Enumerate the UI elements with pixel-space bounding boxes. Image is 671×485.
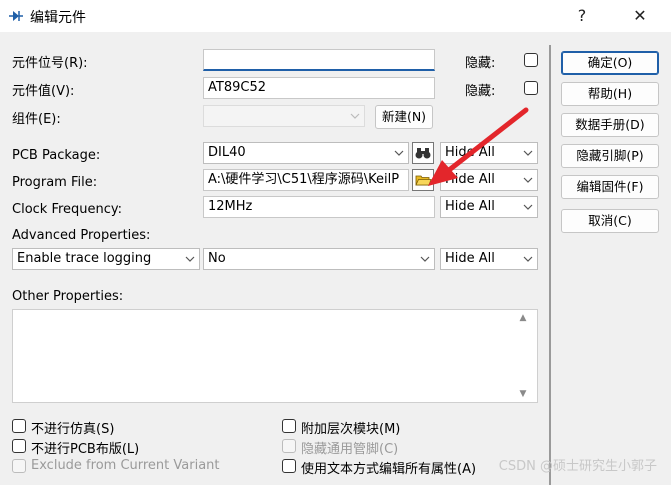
hide-value-checkbox[interactable]: [524, 81, 538, 95]
hide-common-pins-label: 隐藏通用管脚(C): [301, 442, 399, 457]
group-select: [203, 105, 365, 127]
red-arrow-annotation: [428, 107, 529, 186]
chevron-down-icon: [420, 256, 430, 262]
attach-hierarchy-label: 附加层次模块(M): [301, 422, 401, 437]
other-properties-textarea[interactable]: [12, 309, 538, 403]
advanced-visibility: Hide All: [445, 251, 495, 266]
scroll-down-icon[interactable]: ▼: [516, 389, 530, 399]
chevron-down-icon: [523, 204, 533, 210]
close-button[interactable]: ✕: [624, 4, 656, 28]
exclude-variant-checkbox: [12, 459, 26, 473]
program-file-label: Program File:: [12, 175, 98, 190]
advanced-property-value: No: [208, 251, 226, 266]
chevron-down-icon: [394, 150, 404, 156]
chevron-down-icon: [185, 256, 195, 262]
value-label: 元件值(V):: [12, 84, 75, 99]
pcb-package-select[interactable]: DIL40: [203, 142, 409, 164]
hide-designator-checkbox[interactable]: [524, 53, 538, 67]
clock-frequency-input[interactable]: 12MHz: [203, 196, 435, 218]
group-label: 组件(E):: [12, 112, 61, 127]
advanced-value-select[interactable]: No: [203, 248, 435, 270]
clock-frequency-label: Clock Frequency:: [12, 202, 123, 217]
scroll-up-icon[interactable]: ▲: [516, 313, 530, 323]
cancel-button[interactable]: 取消(C): [561, 209, 659, 233]
no-simulation-label: 不进行仿真(S): [31, 422, 115, 437]
advanced-property-name: Enable trace logging: [17, 251, 152, 266]
value-input[interactable]: AT89C52: [203, 77, 435, 99]
hidden-label-value: 隐藏:: [465, 84, 496, 99]
pcb-package-label: PCB Package:: [12, 148, 101, 163]
clock-frequency-visibility-select[interactable]: Hide All: [440, 196, 538, 218]
component-icon: [8, 8, 24, 24]
no-pcb-checkbox[interactable]: [12, 439, 26, 453]
other-properties-label: Other Properties:: [12, 289, 124, 304]
edit-as-text-label: 使用文本方式编辑所有属性(A): [301, 462, 477, 477]
datasheet-button[interactable]: 数据手册(D): [561, 113, 659, 137]
hide-common-pins-checkbox: [282, 439, 296, 453]
edit-firmware-button[interactable]: 编辑固件(F): [561, 175, 659, 199]
ok-button[interactable]: 确定(O): [561, 51, 659, 75]
program-file-input[interactable]: A:\硬件学习\C51\程序源码\KeilP: [203, 169, 409, 191]
chevron-down-icon: [350, 113, 360, 119]
advanced-properties-label: Advanced Properties:: [12, 228, 151, 243]
help-button[interactable]: 帮助(H): [561, 82, 659, 106]
no-simulation-checkbox[interactable]: [12, 419, 26, 433]
designator-input[interactable]: [203, 49, 435, 71]
no-pcb-label: 不进行PCB布版(L): [31, 442, 140, 457]
hidden-label-designator: 隐藏:: [465, 56, 496, 71]
designator-label: 元件位号(R):: [12, 56, 88, 71]
attach-hierarchy-checkbox[interactable]: [282, 419, 296, 433]
pcb-package-value: DIL40: [208, 145, 246, 160]
advanced-visibility-select[interactable]: Hide All: [440, 248, 538, 270]
advanced-property-select[interactable]: Enable trace logging: [12, 248, 200, 270]
exclude-variant-label: Exclude from Current Variant: [31, 458, 220, 473]
clock-frequency-visibility: Hide All: [445, 199, 495, 214]
vertical-divider: [549, 45, 551, 485]
hidden-pins-button[interactable]: 隐藏引脚(P): [561, 144, 659, 168]
chevron-down-icon: [523, 256, 533, 262]
help-title-button[interactable]: ?: [566, 4, 598, 28]
edit-as-text-checkbox[interactable]: [282, 459, 296, 473]
window-title: 编辑元件: [30, 10, 86, 26]
watermark: CSDN @硕士研究生小郭子: [498, 459, 657, 474]
